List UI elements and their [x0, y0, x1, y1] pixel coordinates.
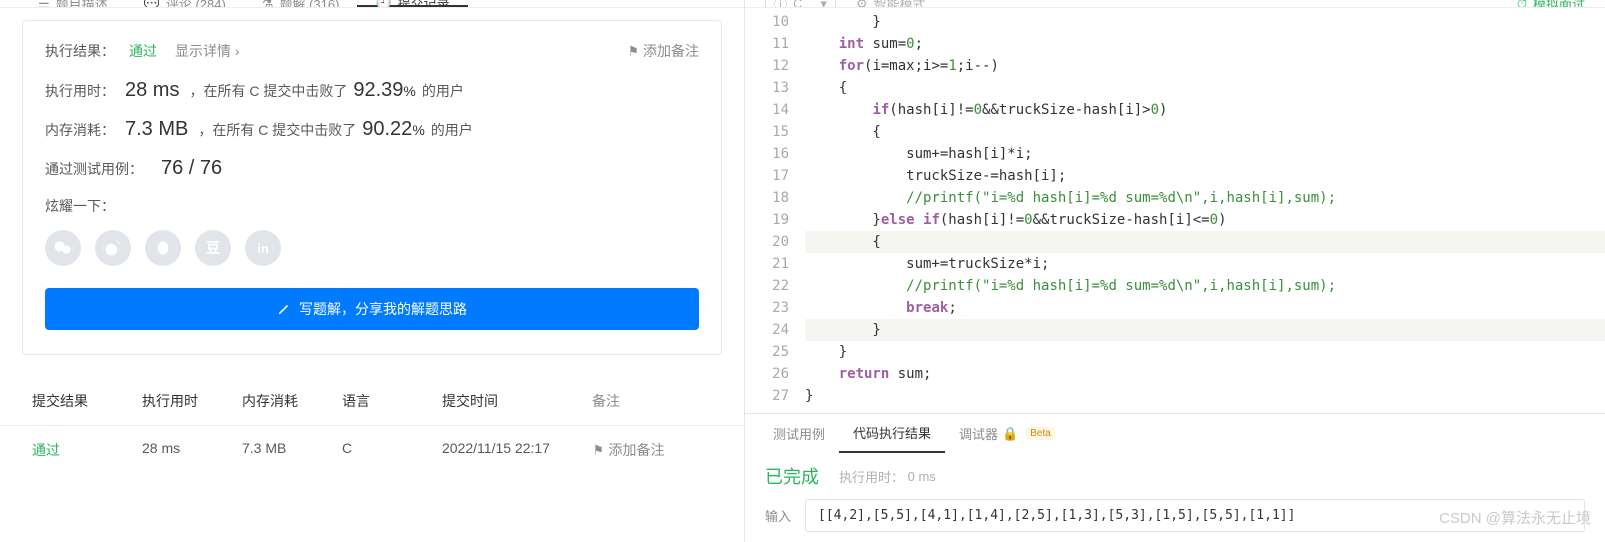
testcase-value: 76 / 76: [161, 157, 222, 180]
tab-comments[interactable]: 💬评论 (284): [126, 0, 244, 7]
tab-run-result[interactable]: 代码执行结果: [839, 414, 945, 453]
result-card: 执行结果： 通过 显示详情 › ⚑ 添加备注 执行用时： 28 ms ，在所有 …: [22, 20, 722, 355]
cell-lang: C: [342, 440, 442, 460]
tab-description[interactable]: ☰题目描述: [20, 0, 126, 7]
mode-label: 智能模式: [874, 0, 926, 8]
editor-toolbar: ⓘC▾ ⚙智能模式 ⏱模拟面试: [745, 0, 1605, 8]
mock-interview-button[interactable]: ⏱模拟面试: [1517, 0, 1585, 8]
th-mem: 内存消耗: [242, 391, 342, 411]
share-douban-icon[interactable]: 豆: [195, 230, 231, 266]
run-status: 已完成: [765, 463, 819, 489]
th-result: 提交结果: [32, 391, 142, 411]
lock-icon: 🔒: [1002, 426, 1018, 442]
cell-time: 28 ms: [142, 440, 242, 460]
cell-add-note[interactable]: ⚑ 添加备注: [592, 440, 712, 460]
cell-result: 通过: [32, 440, 142, 460]
runtime-percentile: 92.39: [353, 79, 403, 101]
share-qq-icon[interactable]: [145, 230, 181, 266]
show-detail-link[interactable]: 显示详情 ›: [175, 41, 240, 61]
table-row[interactable]: 通过 28 ms 7.3 MB C 2022/11/15 22:17 ⚑ 添加备…: [0, 425, 744, 474]
submissions-table: 提交结果 执行用时 内存消耗 语言 提交时间 备注 通过 28 ms 7.3 M…: [0, 377, 744, 474]
write-solution-button[interactable]: 写题解，分享我的解题思路: [45, 288, 699, 330]
watermark: CSDN @算法永无止境: [1439, 507, 1591, 528]
run-input-label: 输入: [765, 506, 791, 525]
memory-value: 7.3 MB: [125, 118, 188, 141]
flag-icon: ⚑: [593, 442, 604, 459]
tab-solutions[interactable]: ⚗题解 (316): [244, 0, 358, 7]
share-label: 炫耀一下：: [45, 196, 699, 216]
code-editor[interactable]: 101112131415161718192021222324252627 } i…: [745, 8, 1605, 413]
result-label: 执行结果：: [45, 41, 115, 61]
cell-mem: 7.3 MB: [242, 440, 342, 460]
left-top-tabs: ☰题目描述 💬评论 (284) ⚗题解 (316) 🕘提交记录: [0, 0, 744, 8]
status-badge: 通过: [129, 41, 157, 61]
tab-submissions[interactable]: 🕘提交记录: [357, 0, 467, 7]
th-note: 备注: [592, 391, 712, 411]
share-linkedin-icon[interactable]: in: [245, 230, 281, 266]
flag-icon: ⚑: [627, 43, 638, 60]
th-lang: 语言: [342, 391, 442, 411]
share-wechat-icon[interactable]: [45, 230, 81, 266]
line-gutter: 101112131415161718192021222324252627: [745, 8, 805, 413]
memory-label: 内存消耗：: [45, 120, 115, 140]
memory-percentile: 90.22: [362, 118, 412, 140]
tab-debugger[interactable]: 调试器🔒Beta: [945, 414, 1069, 453]
th-ts: 提交时间: [442, 391, 592, 411]
run-time-value: 0 ms: [908, 469, 936, 484]
runtime-label: 执行用时：: [45, 81, 115, 101]
language-select[interactable]: ⓘC▾: [765, 0, 836, 8]
run-time-label: 执行用时：: [839, 467, 904, 486]
testcase-label: 通过测试用例：: [45, 159, 143, 179]
bottom-tabs: 测试用例 代码执行结果 调试器🔒Beta: [745, 413, 1605, 453]
code-area[interactable]: } int sum=0; for(i=max;i>=1;i--) { if(ha…: [805, 8, 1605, 413]
pencil-icon: [277, 302, 291, 316]
th-time: 执行用时: [142, 391, 242, 411]
add-note-button[interactable]: ⚑ 添加备注: [627, 41, 699, 61]
tab-testcase[interactable]: 测试用例: [759, 414, 839, 453]
runtime-value: 28 ms: [125, 79, 179, 102]
share-weibo-icon[interactable]: [95, 230, 131, 266]
cell-ts: 2022/11/15 22:17: [442, 440, 592, 460]
